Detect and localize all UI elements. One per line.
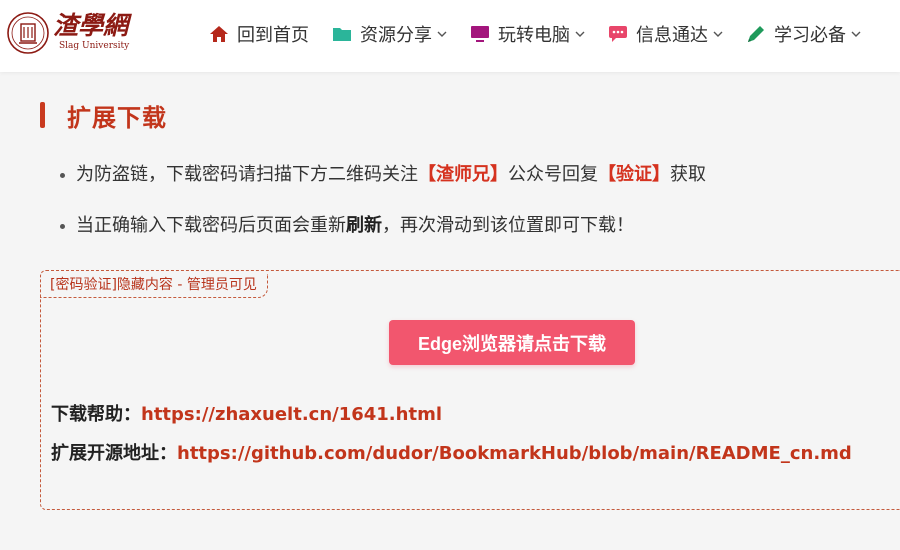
nav-label: 回到首页 — [237, 25, 309, 46]
instruction-list: 为防盗链，下载密码请扫描下方二维码关注【渣师兄】公众号回复【验证】获取 当正确输… — [60, 158, 706, 243]
list-item: 为防盗链，下载密码请扫描下方二维码关注【渣师兄】公众号回复【验证】获取 — [60, 158, 706, 192]
nav-item-info[interactable]: 信息通达 — [607, 20, 723, 48]
list-item: 当正确输入下载密码后页面会重新刷新，再次滑动到该位置即可下载！ — [60, 209, 706, 243]
hidden-content-box — [40, 270, 900, 510]
nav-item-study[interactable]: 学习必备 — [745, 20, 861, 48]
nav-label: 资源分享 — [360, 25, 432, 46]
text: 公众号回复 — [508, 164, 598, 185]
bullet-dot — [60, 224, 65, 229]
help-link[interactable]: https://zhaxuelt.cn/1641.html — [141, 404, 442, 425]
pen-icon — [745, 23, 767, 45]
source-link[interactable]: https://github.com/dudor/BookmarkHub/blo… — [177, 443, 852, 464]
bold-text: 刷新 — [346, 215, 382, 236]
section-heading: 扩展下载 — [40, 100, 167, 132]
download-button[interactable]: Edge浏览器请点击下载 — [389, 320, 635, 365]
heading-accent-bar — [40, 102, 45, 128]
nav-label: 玩转电脑 — [498, 25, 570, 46]
text: ，再次滑动到该位置即可下载！ — [382, 215, 634, 236]
chevron-down-icon — [575, 29, 585, 39]
folder-icon — [331, 23, 353, 45]
nav-item-computer[interactable]: 玩转电脑 — [469, 20, 585, 48]
highlight-text: 【渣师兄】 — [418, 164, 508, 185]
chevron-down-icon — [437, 29, 447, 39]
source-line: 扩展开源地址：https://github.com/dudor/Bookmark… — [51, 440, 852, 468]
source-label: 扩展开源地址： — [51, 443, 177, 464]
bullet-dot — [60, 173, 65, 178]
chat-icon — [607, 23, 629, 45]
logo-subtitle: Slag University — [59, 41, 130, 51]
seal-icon — [7, 12, 49, 54]
hidden-content-tag: [密码验证]隐藏内容 - 管理员可见 — [40, 274, 268, 298]
top-navbar: 渣學網 Slag University 回到首页 资源分享 玩转电脑 信息通达 … — [0, 0, 900, 72]
home-icon — [208, 23, 230, 45]
nav-item-resources[interactable]: 资源分享 — [331, 20, 447, 48]
text: 获取 — [670, 164, 706, 185]
nav-label: 信息通达 — [636, 25, 708, 46]
help-label: 下载帮助： — [51, 404, 141, 425]
nav-item-home[interactable]: 回到首页 — [208, 20, 309, 48]
site-logo[interactable]: 渣學網 Slag University — [6, 8, 130, 60]
text: 为防盗链，下载密码请扫描下方二维码关注 — [76, 164, 418, 185]
nav-label: 学习必备 — [774, 25, 846, 46]
highlight-text: 【验证】 — [598, 164, 670, 185]
text: 当正确输入下载密码后页面会重新 — [76, 215, 346, 236]
chevron-down-icon — [851, 29, 861, 39]
logo-text: 渣學網 — [53, 11, 129, 40]
page-title: 扩展下载 — [67, 103, 167, 132]
download-help-line: 下载帮助：https://zhaxuelt.cn/1641.html — [51, 401, 442, 429]
chevron-down-icon — [713, 29, 723, 39]
main-nav: 回到首页 资源分享 玩转电脑 信息通达 学习必备 — [208, 20, 861, 48]
monitor-icon — [469, 23, 491, 45]
